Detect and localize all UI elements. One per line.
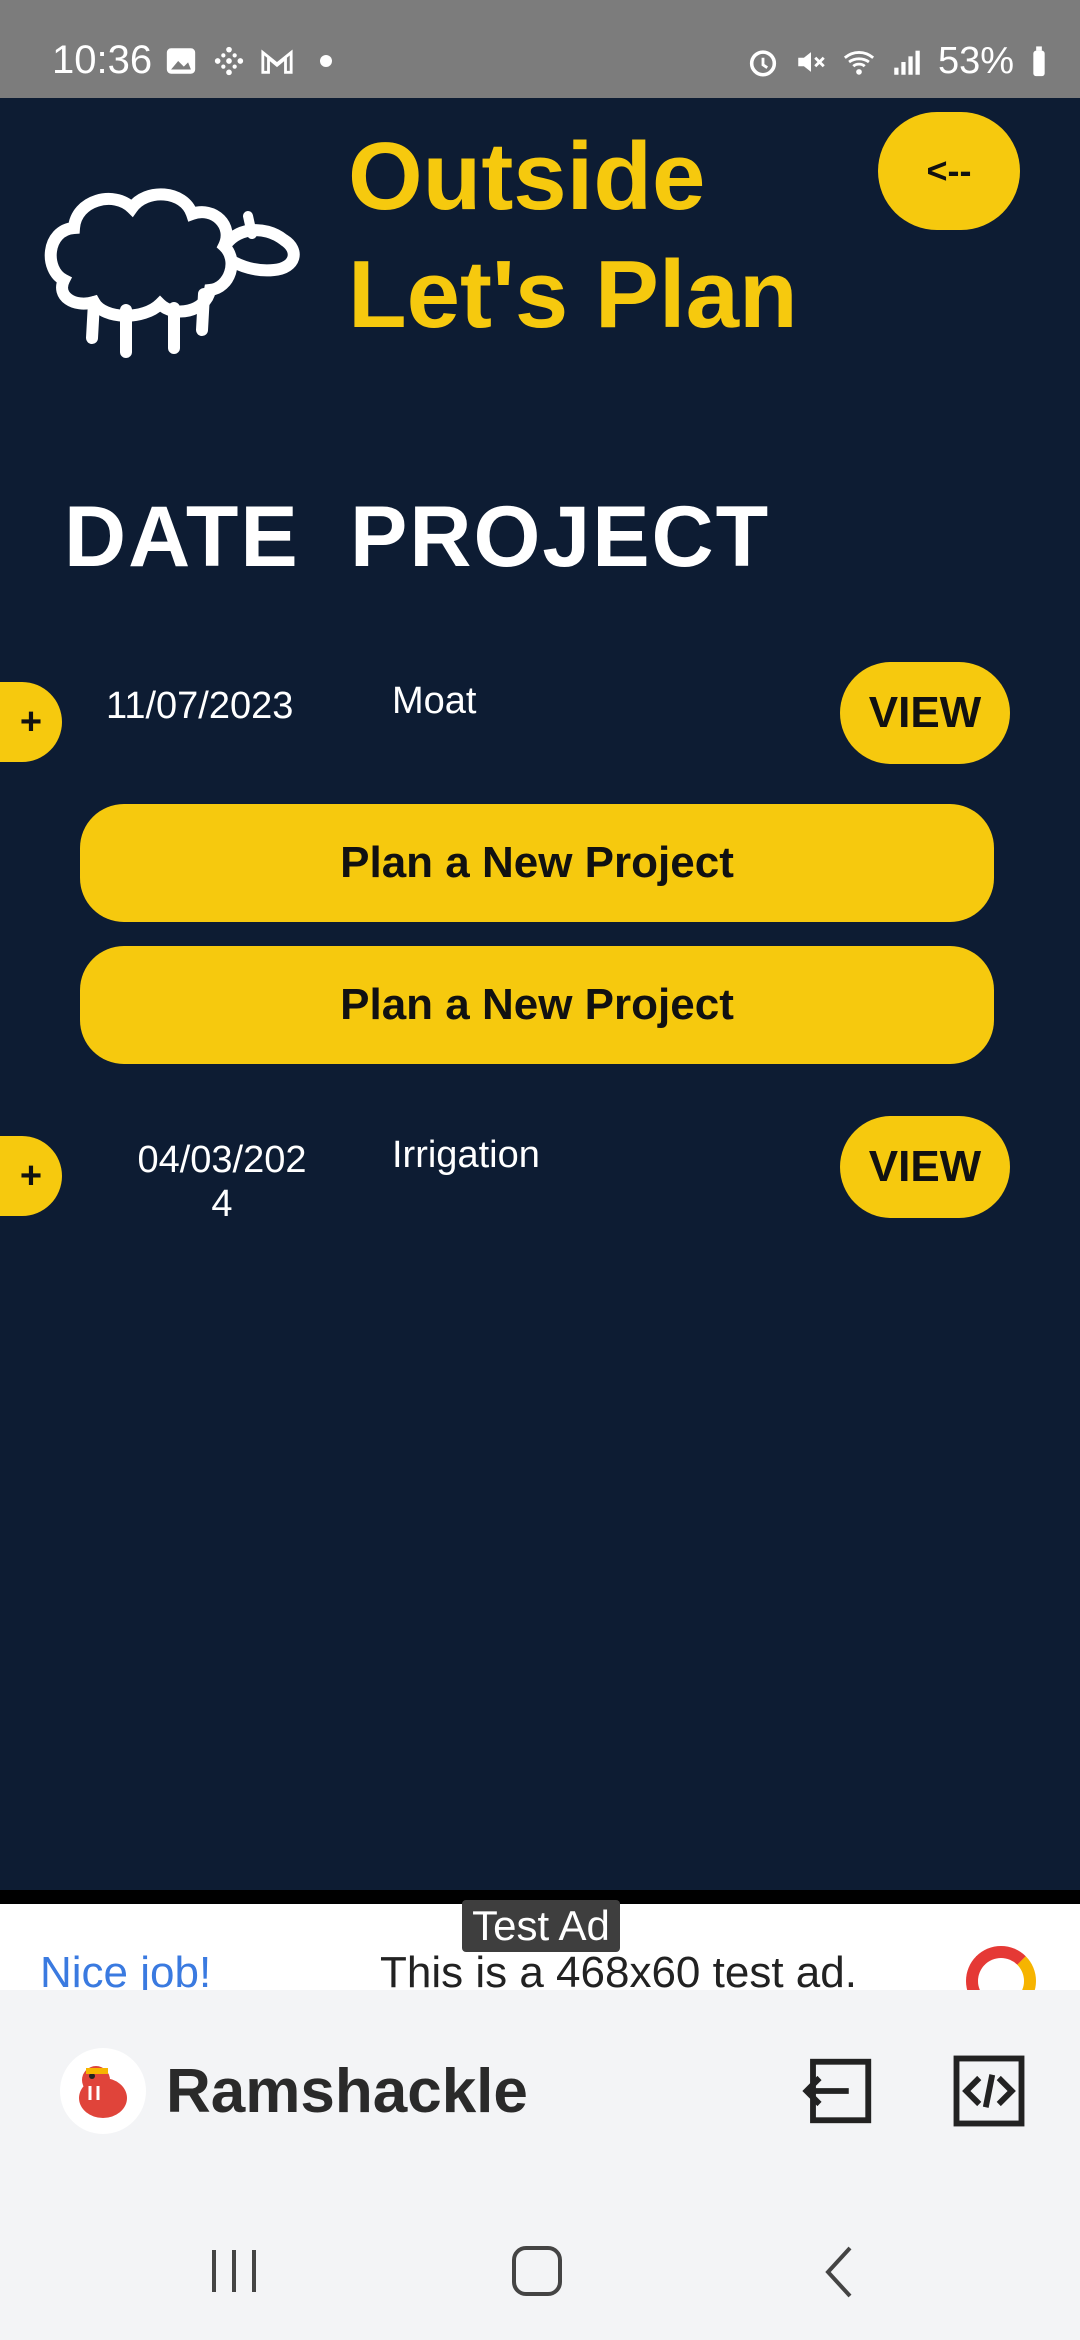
plan-new-project-button-2[interactable]: Plan a New Project	[80, 946, 994, 1064]
ad-label: Test Ad	[462, 1900, 620, 1952]
status-time: 10:36	[52, 38, 153, 82]
recent-apps-icon[interactable]	[206, 2244, 262, 2298]
row-date: 11/07/2023	[106, 685, 294, 727]
brand-name: Ramshackle	[166, 2057, 528, 2126]
row-project: Moat	[392, 680, 477, 722]
mute-icon	[798, 51, 825, 72]
walrus-avatar-icon	[60, 2048, 146, 2134]
row-date-part-1: 04/03/202	[137, 1139, 307, 1181]
walrus-icon	[79, 2066, 127, 2118]
expand-row-button[interactable]: +	[0, 1136, 62, 1216]
row-date: 04/03/202 4	[124, 1138, 320, 1226]
notification-dot	[320, 55, 332, 67]
page-title: Outside Let's Plan	[348, 118, 798, 354]
view-button[interactable]: VIEW	[840, 662, 1010, 764]
back-button[interactable]: <--	[878, 112, 1020, 230]
battery-percent: 53%	[937, 40, 1014, 82]
title-line-2: Let's Plan	[348, 241, 798, 348]
exit-icon[interactable]	[800, 2052, 878, 2130]
system-nav-bar	[0, 2196, 1080, 2340]
status-icons-right: 53%	[746, 40, 1050, 83]
wifi-icon	[843, 50, 875, 75]
sheep-icon	[44, 188, 300, 358]
signal-icon	[894, 50, 920, 75]
back-nav-icon[interactable]	[818, 2244, 862, 2300]
column-header-date: DATE	[64, 489, 300, 585]
plan-new-project-button[interactable]: Plan a New Project	[80, 804, 994, 922]
status-icons-left	[164, 44, 332, 78]
battery-icon	[1033, 45, 1045, 76]
column-header-project: PROJECT	[350, 489, 771, 585]
project-row: + 04/03/202 4 Irrigation VIEW	[0, 1112, 1080, 1225]
row-date-part-2: 4	[211, 1183, 233, 1225]
gmail-icon	[261, 49, 293, 74]
title-line-1: Outside	[348, 123, 706, 230]
app-screen: Outside Let's Plan <-- DATE PROJECT + 11…	[0, 98, 1080, 1890]
alarm-icon	[749, 49, 777, 77]
row-project: Irrigation	[392, 1134, 540, 1176]
expand-row-button[interactable]: +	[0, 682, 62, 762]
status-bar: 10:36 53%	[0, 0, 1080, 98]
home-icon[interactable]	[508, 2242, 568, 2302]
grid-dots-icon	[214, 46, 244, 76]
code-icon[interactable]	[950, 2052, 1028, 2130]
gallery-icon	[166, 48, 196, 74]
app-footer: Ramshackle	[0, 1990, 1080, 2196]
project-row: + 11/07/2023 Moat VIEW	[0, 658, 1080, 768]
view-button[interactable]: VIEW	[840, 1116, 1010, 1218]
